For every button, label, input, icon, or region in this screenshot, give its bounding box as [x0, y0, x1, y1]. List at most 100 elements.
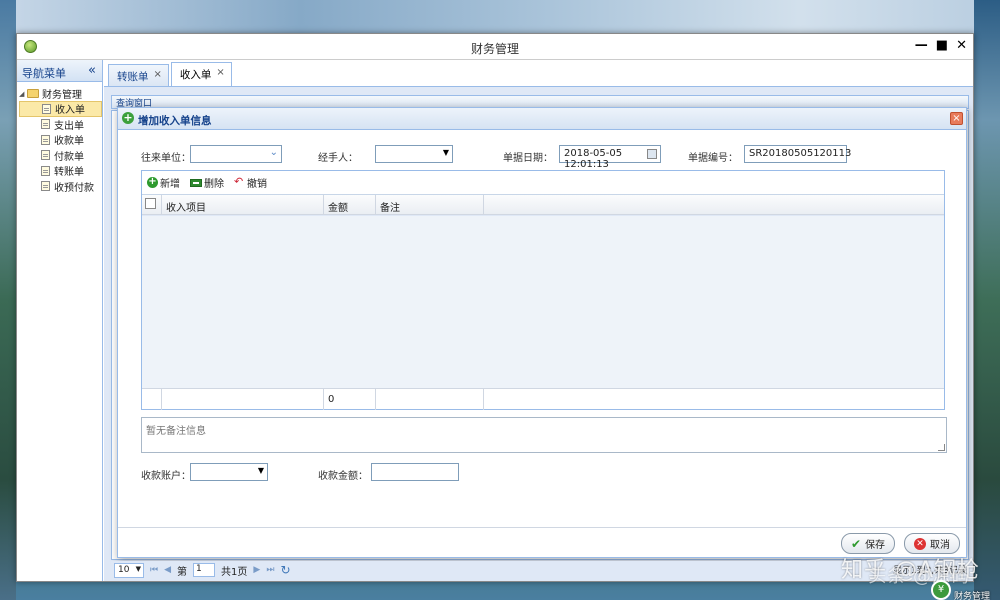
- expand-triangle-icon[interactable]: ◢: [19, 90, 27, 98]
- dialog-header: + 增加收入单信息 ×: [118, 108, 966, 130]
- calendar-icon[interactable]: [647, 149, 657, 159]
- tab-label: 收入单: [179, 69, 212, 81]
- save-label: 保存: [865, 540, 886, 551]
- column-header-item[interactable]: 收入项目: [162, 195, 324, 215]
- title-bar: 财务管理 — ■ ✕: [17, 34, 973, 60]
- detail-grid-header: 收入项目 金额 备注: [142, 195, 944, 215]
- detail-grid-footer: 0: [142, 388, 944, 410]
- check-icon: ✔: [851, 536, 862, 551]
- document-icon: [41, 134, 50, 145]
- footer-cell: [142, 389, 162, 410]
- sidebar-item-transfer[interactable]: 转账单: [19, 163, 102, 179]
- dialog-close-icon[interactable]: ×: [950, 112, 963, 125]
- page-number-input[interactable]: 1: [193, 563, 216, 577]
- total-pages-label: 共1页: [221, 566, 248, 578]
- date-field[interactable]: 2018-05-05 12:01:13: [559, 145, 661, 170]
- desktop-icon-label[interactable]: 财务管理: [954, 589, 990, 600]
- remark-placeholder: 暂无备注信息: [146, 426, 206, 437]
- footer-cell: [162, 389, 324, 410]
- maximize-icon[interactable]: ■: [936, 39, 948, 53]
- resize-grip-icon[interactable]: [938, 444, 945, 451]
- amount-input[interactable]: [371, 463, 459, 481]
- remark-textarea[interactable]: 暂无备注信息: [141, 417, 947, 453]
- partner-select[interactable]: ⌄: [190, 145, 282, 163]
- column-header-remark[interactable]: 备注: [376, 195, 484, 215]
- page-size-select[interactable]: 10 ▼: [114, 562, 144, 578]
- add-icon: +: [122, 111, 134, 124]
- handler-select[interactable]: ▼: [375, 145, 453, 163]
- sidebar-item-receipt[interactable]: 收款单: [19, 132, 102, 148]
- sidebar-item-expense[interactable]: 支出单: [19, 117, 102, 133]
- tab-label: 转账单: [117, 71, 149, 83]
- app-window: 财务管理 — ■ ✕ 导航菜单 « ◢ 财务管理 收入单 支出单 收款单 付款单…: [16, 33, 974, 582]
- date-value: 2018-05-05 12:01:13: [564, 148, 623, 170]
- select-all-checkbox[interactable]: [145, 198, 156, 209]
- dropdown-arrow-icon: ▼: [135, 564, 141, 573]
- detail-toolbar: + 新增 删除 ↶ 撤销: [142, 171, 944, 195]
- amount-label: 收款金额：: [318, 471, 368, 482]
- document-icon: [41, 181, 50, 192]
- undo-button[interactable]: ↶ 撤销: [234, 175, 267, 190]
- account-select[interactable]: ▼: [190, 463, 268, 481]
- next-page-icon[interactable]: ▶: [253, 565, 260, 575]
- prev-page-icon[interactable]: ◀: [164, 565, 171, 575]
- desktop-background-left: [0, 0, 16, 600]
- delete-icon: [190, 178, 202, 187]
- sidebar-header: 导航菜单 «: [17, 60, 102, 82]
- last-page-icon[interactable]: ⏭: [266, 565, 274, 575]
- form-row-bottom: 收款账户： ▼ 收款金额：: [118, 463, 968, 483]
- sidebar-item-label: 转账单: [54, 167, 84, 179]
- folder-icon: [27, 89, 39, 98]
- tab-close-icon[interactable]: ×: [154, 69, 162, 86]
- footer-total-amount: 0: [324, 389, 376, 410]
- sidebar-item-income[interactable]: 收入单: [19, 101, 102, 117]
- sidebar-item-label: 收预付款: [54, 182, 94, 194]
- document-icon: [41, 119, 50, 130]
- document-icon: [41, 165, 50, 176]
- add-row-button[interactable]: + 新增: [147, 175, 180, 190]
- number-field[interactable]: SR20180505120113: [744, 145, 851, 163]
- window-title: 财务管理: [470, 42, 519, 56]
- delete-row-label: 删除: [204, 179, 224, 190]
- cancel-button[interactable]: ✕ 取消: [904, 533, 960, 554]
- column-header-amount[interactable]: 金额: [324, 195, 376, 215]
- refresh-icon[interactable]: ↻: [280, 563, 290, 577]
- sidebar-item-label: 收入单: [55, 105, 85, 117]
- desktop-app-icon[interactable]: ¥: [931, 580, 951, 600]
- tab-income[interactable]: 收入单 ×: [170, 62, 232, 86]
- minimize-icon[interactable]: —: [915, 39, 928, 53]
- dialog-footer: ✔ 保存 ✕ 取消: [118, 527, 966, 557]
- add-income-dialog: + 增加收入单信息 × 往来单位： ⌄ 经手人： ▼ 单据日期： 2018-05…: [117, 107, 967, 558]
- nav-sidebar: 导航菜单 « ◢ 财务管理 收入单 支出单 收款单 付款单 转账单 收预付款: [17, 60, 103, 581]
- close-icon[interactable]: ✕: [956, 39, 967, 53]
- collapse-icon[interactable]: «: [88, 63, 96, 78]
- undo-label: 撤销: [247, 179, 267, 190]
- tree-root-label: 财务管理: [42, 90, 82, 101]
- footer-cell: [376, 389, 484, 410]
- sidebar-title: 导航菜单: [22, 67, 66, 80]
- desktop-background-right: [974, 0, 1000, 600]
- tab-transfer[interactable]: 转账单 ×: [108, 64, 169, 86]
- main-content: 转账单 × 收入单 × 查询窗口 + 增加收入单信息 × 往来单位： ⌄ 经手人…: [104, 60, 973, 581]
- account-label: 收款账户：: [141, 471, 191, 482]
- watermark-text-2: 头条 @源码: [868, 566, 970, 587]
- dialog-title: 增加收入单信息: [138, 115, 212, 127]
- select-all-cell: [142, 195, 162, 215]
- undo-icon: ↶: [234, 175, 244, 188]
- cancel-label: 取消: [930, 540, 950, 551]
- first-page-icon[interactable]: ⏮: [150, 565, 158, 575]
- form-row-top: 往来单位： ⌄ 经手人： ▼ 单据日期： 2018-05-05 12:01:13…: [118, 145, 968, 170]
- add-icon: +: [147, 176, 158, 188]
- window-controls: — ■ ✕: [915, 39, 967, 53]
- sidebar-item-label: 支出单: [54, 120, 84, 132]
- dropdown-arrow-icon: ▼: [257, 466, 264, 475]
- document-icon: [42, 103, 51, 114]
- delete-row-button[interactable]: 删除: [190, 175, 224, 190]
- sidebar-item-prepayment[interactable]: 收预付款: [19, 179, 102, 195]
- sidebar-item-payment[interactable]: 付款单: [19, 148, 102, 164]
- add-row-label: 新增: [160, 179, 180, 190]
- tab-close-icon[interactable]: ×: [216, 67, 224, 86]
- save-button[interactable]: ✔ 保存: [841, 533, 896, 554]
- chevron-down-icon: ⌄: [269, 147, 278, 158]
- tree-root-finance[interactable]: ◢ 财务管理: [19, 86, 102, 101]
